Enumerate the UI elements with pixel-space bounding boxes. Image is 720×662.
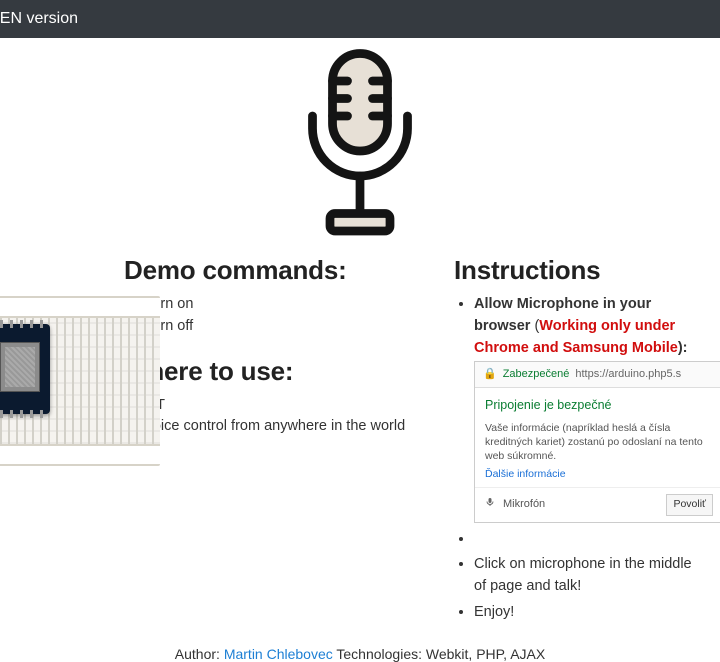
list-item: Enjoy! [474, 602, 696, 624]
list-item: Turn off [144, 316, 426, 338]
permission-url-bar: 🔒 Zabezpečené https://arduino.php5.s [475, 362, 720, 388]
page-version-label: - EN version [0, 10, 78, 27]
more-info-link[interactable]: Ďalšie informácie [485, 467, 713, 483]
author-link[interactable]: Martin Chlebovec [224, 646, 333, 662]
top-nav-bar: - EN version [0, 0, 720, 38]
list-item: Voice control from anywhere in the world [144, 416, 426, 438]
where-to-use-heading: Where to use: [124, 356, 426, 387]
instr-paren-close: ): [678, 340, 688, 356]
list-item: IoT [144, 395, 426, 417]
technologies-text: Technologies: Webkit, PHP, AJAX [333, 646, 545, 662]
list-item: Allow Microphone in your browser (Workin… [474, 294, 696, 523]
allow-button[interactable]: Povoliť [666, 494, 713, 516]
footer: Author: Martin Chlebovec Technologies: W… [0, 646, 720, 662]
connection-secure-body: Vaše informácie (napríklad heslá a čísla… [485, 421, 713, 464]
mic-label: Mikrofón [503, 496, 545, 513]
nodemcu-photo [0, 296, 160, 466]
author-prefix: Author: [175, 646, 224, 662]
demo-commands-heading: Demo commands: [124, 255, 426, 286]
mic-small-icon [485, 496, 495, 513]
instructions-heading: Instructions [454, 255, 696, 286]
url-text: https://arduino.php5.s [575, 366, 681, 383]
list-item [474, 529, 696, 551]
microphone-hero [0, 38, 720, 255]
browser-permission-popup: 🔒 Zabezpečené https://arduino.php5.s Pri… [474, 361, 720, 522]
secure-label: Zabezpečené [503, 366, 570, 383]
list-item: Turn on [144, 294, 426, 316]
demo-commands-list: Turn on Turn off [124, 294, 426, 338]
left-heading: te [0, 255, 96, 286]
microphone-icon[interactable] [285, 233, 435, 250]
instructions-list: Allow Microphone in your browser (Workin… [454, 294, 696, 624]
connection-secure-title: Pripojenie je bezpečné [485, 396, 713, 415]
where-to-use-list: IoT Voice control from anywhere in the w… [124, 395, 426, 439]
list-item: Click on microphone in the middle of pag… [474, 554, 696, 598]
lock-icon: 🔒 [483, 366, 497, 383]
